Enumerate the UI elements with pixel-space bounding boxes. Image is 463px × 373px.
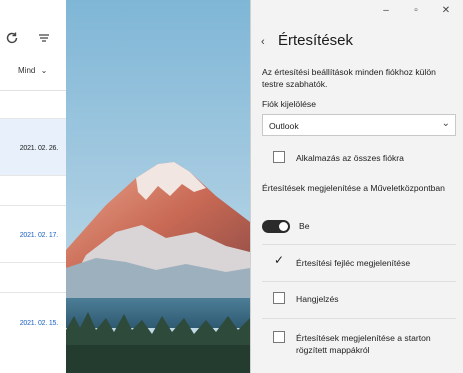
action-center-toggle[interactable] [262,220,290,233]
window-titlebar: – ▫ ✕ [251,0,463,22]
filter-dropdown[interactable]: Mind ⌄ [18,66,47,75]
toggle-knob [279,222,288,231]
pinned-folders-checkbox[interactable] [273,331,285,343]
chevron-down-icon: ⌄ [40,66,48,75]
back-arrow-icon[interactable]: ‹ [261,36,265,48]
mail-list-item[interactable]: 2021. 02. 15. [0,292,66,353]
divider [262,281,456,282]
toggle-state-label: Be [299,221,310,231]
settings-description: Az értesítési beállítások minden fiókhoz… [262,67,436,89]
divider [262,318,456,319]
checkmark-icon: ✓ [274,253,285,267]
action-center-label: Értesítések megjelenítése a Műveletközpo… [262,183,445,193]
mail-list-pane: Mind ⌄ 2021. 02. 26. 2021. 02. 17. 2021.… [0,0,67,373]
filter-icon[interactable] [36,31,52,47]
account-select-value: Outlook [269,121,299,131]
settings-pane: – ▫ ✕ ‹ Értesítések Az értesítési beállí… [250,0,463,373]
minimize-button[interactable]: – [379,4,393,18]
page-title: Értesítések [278,32,354,49]
apply-all-checkbox[interactable] [273,151,285,163]
divider [262,244,456,245]
mail-date: 2021. 02. 17. [19,232,58,239]
apply-all-label: Alkalmazás az összes fiókra [296,153,404,163]
divider [0,90,66,91]
pinned-folders-label: Értesítések megjelenítése a starton rögz… [296,333,431,355]
account-select[interactable]: Outlook ⌄ [262,114,456,136]
mail-list-item[interactable]: 2021. 02. 17. [0,205,66,263]
mail-date: 2021. 02. 26. [19,145,58,152]
sound-label: Hangjelzés [296,294,339,304]
mail-list-item[interactable] [0,262,66,293]
mail-date: 2021. 02. 15. [19,320,58,327]
mail-list-item[interactable]: 2021. 02. 26. [0,118,66,176]
banner-checkbox[interactable]: ✓ [273,253,285,268]
filter-label: Mind [18,66,36,75]
banner-label: Értesítési fejléc megjelenítése [296,258,411,268]
maximize-button[interactable]: ▫ [409,4,423,18]
background-landscape-image [66,0,250,373]
sound-checkbox[interactable] [273,292,285,304]
mail-list-item[interactable] [0,175,66,206]
sync-icon[interactable] [4,31,20,47]
close-button[interactable]: ✕ [439,4,453,18]
account-select-label: Fiók kijelölése [262,99,316,109]
chevron-down-icon: ⌄ [441,118,450,129]
